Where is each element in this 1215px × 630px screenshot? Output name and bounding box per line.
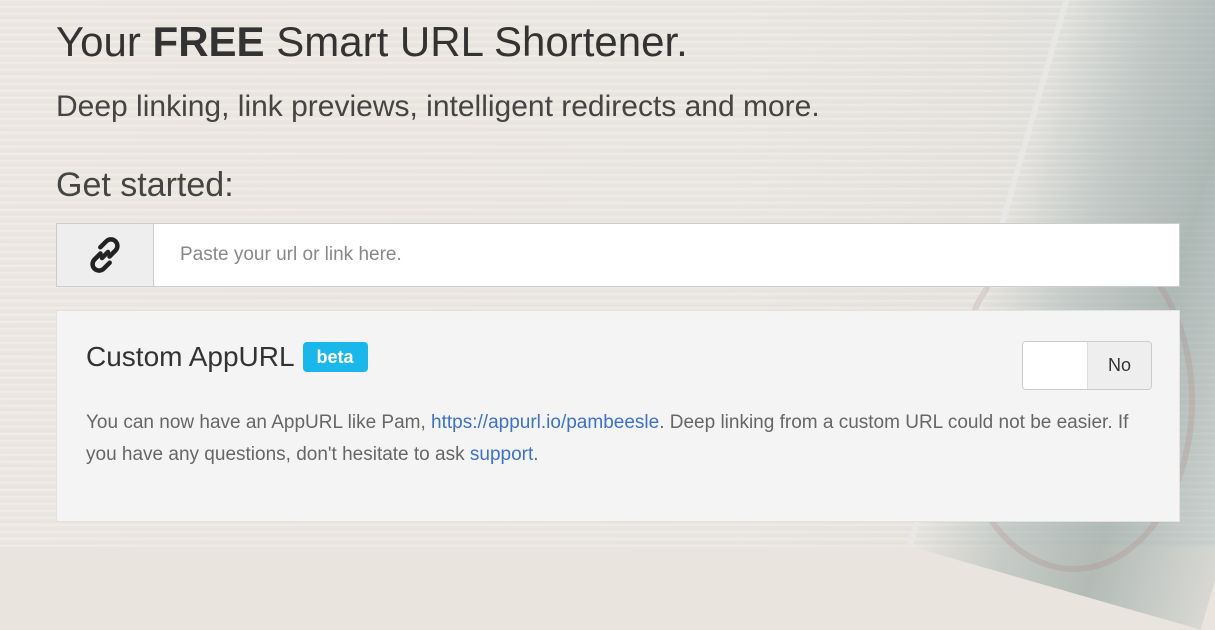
custom-appurl-heading: Custom AppURL beta [86,341,368,373]
link-icon [57,224,154,286]
support-link[interactable]: support [470,444,533,465]
beta-badge: beta [302,342,368,372]
page-subtitle: Deep linking, link previews, intelligent… [56,90,820,123]
desc-text-3: . [533,444,539,465]
custom-appurl-toggle[interactable]: No [1022,341,1152,390]
toggle-handle[interactable] [1023,342,1088,389]
page-title: Your FREE Smart URL Shortener. [56,18,688,66]
custom-appurl-panel: Custom AppURL beta No You can now have a… [56,310,1180,522]
desc-text-1: You can now have an AppURL like Pam, [86,412,426,433]
toggle-off-label[interactable]: No [1088,342,1151,389]
custom-appurl-description: You can now have an AppURL like Pam, htt… [86,407,1146,471]
custom-appurl-title: Custom AppURL [86,341,295,372]
link-icon-svg [90,237,120,273]
url-input-group [56,223,1180,287]
example-appurl-link[interactable]: https://appurl.io/pambeesle [431,412,659,433]
get-started-label: Get started: [56,166,234,204]
url-input[interactable] [154,224,1179,286]
title-suffix: Smart URL Shortener. [276,18,688,65]
title-prefix: Your [56,18,141,65]
title-bold: FREE [152,18,265,65]
